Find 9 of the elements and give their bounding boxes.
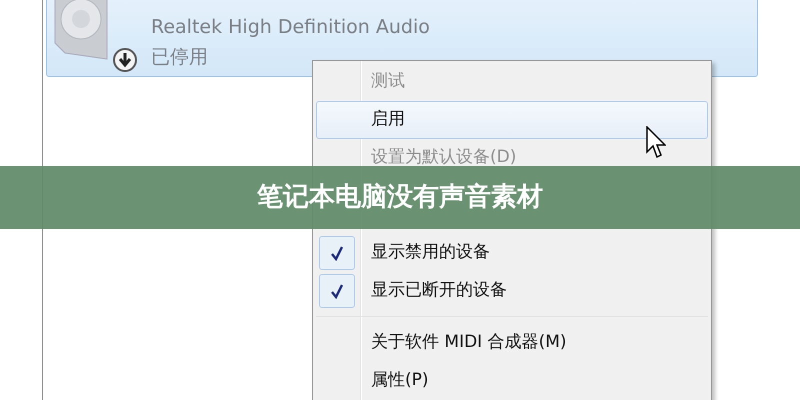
banner-title: 笔记本电脑没有声音素材 xyxy=(257,181,543,214)
menu-item[interactable]: 启用 xyxy=(316,101,708,139)
menu-item[interactable]: 关于软件 MIDI 合成器(M) xyxy=(316,324,708,362)
menu-item[interactable]: 显示禁用的设备 xyxy=(316,234,708,272)
menu-item[interactable]: 属性(P) xyxy=(316,362,708,400)
menu-item[interactable]: 显示已断开的设备 xyxy=(316,272,708,310)
driver-name: Realtek High Definition Audio xyxy=(151,15,430,40)
cursor-icon xyxy=(646,126,666,160)
device-status: 已停用 xyxy=(151,45,209,70)
